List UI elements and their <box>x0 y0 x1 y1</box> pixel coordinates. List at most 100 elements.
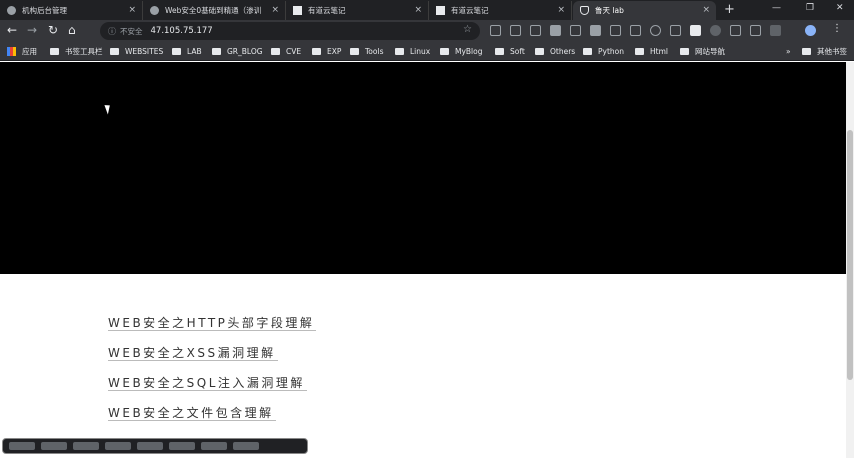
bookmark-folder[interactable]: Tools <box>350 45 383 58</box>
extension-icon[interactable] <box>750 25 761 36</box>
tab-active[interactable]: 鲁天 lab × <box>573 1 716 20</box>
folder-icon <box>635 48 644 55</box>
extension-icon[interactable] <box>510 25 521 36</box>
url-text[interactable]: 47.105.75.177 <box>151 26 213 36</box>
bookmark-label: Html <box>650 47 668 56</box>
browser-toolbar: ← → ↻ ⌂ ⓘ 不安全 47.105.75.177 ☆ ⋮ <box>0 20 854 42</box>
bookmark-label: 网站导航 <box>695 47 725 56</box>
bookmark-apps[interactable]: 应用 <box>7 45 37 58</box>
folder-icon <box>440 48 449 55</box>
maximize-button[interactable]: ❐ <box>806 3 814 13</box>
hero-banner <box>0 62 846 274</box>
extension-icon[interactable] <box>770 25 781 36</box>
extension-icon[interactable] <box>610 25 621 36</box>
info-icon[interactable]: ⓘ <box>108 26 116 37</box>
close-tab-icon[interactable]: × <box>128 5 136 15</box>
bookmark-label: EXP <box>327 47 342 56</box>
bookmark-folder[interactable]: Others <box>535 45 575 58</box>
extension-icon[interactable] <box>690 25 701 36</box>
bookmark-label: LAB <box>187 47 202 56</box>
folder-icon <box>350 48 359 55</box>
tab-title: 有道云笔记 <box>308 6 346 15</box>
close-tab-icon[interactable]: × <box>414 5 422 15</box>
extension-icon[interactable] <box>550 25 561 36</box>
taskbar-item[interactable] <box>105 442 131 450</box>
bookmark-folder[interactable]: Linux <box>395 45 430 58</box>
bookmark-folder[interactable]: Python <box>583 45 624 58</box>
bookmark-label: Others <box>550 47 576 56</box>
bookmark-folder[interactable]: Html <box>635 45 668 58</box>
more-chevron-icon: » <box>786 47 791 56</box>
taskbar-item[interactable] <box>73 442 99 450</box>
note-favicon-icon <box>436 6 445 15</box>
extension-icon[interactable] <box>490 25 501 36</box>
scrollbar-thumb[interactable] <box>847 130 853 380</box>
menu-icon[interactable]: ⋮ <box>832 23 843 34</box>
site-favicon-icon <box>7 6 16 15</box>
folder-icon <box>535 48 544 55</box>
taskbar-item[interactable] <box>137 442 163 450</box>
bookmark-folder[interactable]: LAB <box>172 45 202 58</box>
folder-icon <box>395 48 404 55</box>
home-button[interactable]: ⌂ <box>68 23 76 37</box>
apps-icon <box>7 47 16 56</box>
new-tab-button[interactable]: + <box>724 2 735 17</box>
close-window-button[interactable]: ✕ <box>836 3 844 13</box>
close-tab-icon[interactable]: × <box>702 5 710 15</box>
close-tab-icon[interactable]: × <box>271 5 279 15</box>
bookmark-label: CVE <box>286 47 302 56</box>
folder-icon <box>802 48 811 55</box>
bookmark-folder[interactable]: EXP <box>312 45 341 58</box>
taskbar-item[interactable] <box>233 442 259 450</box>
bookmark-label: GR_BLOG <box>227 47 263 56</box>
minimize-button[interactable]: — <box>772 3 781 13</box>
bookmark-folder[interactable]: 书签工具栏 <box>50 45 103 58</box>
taskbar-item[interactable] <box>201 442 227 450</box>
tab-2[interactable]: 有道云笔记 × <box>286 1 429 20</box>
extension-icon[interactable] <box>590 25 601 36</box>
folder-icon <box>495 48 504 55</box>
tab-3[interactable]: 有道云笔记 × <box>429 1 572 20</box>
reload-button[interactable]: ↻ <box>48 23 58 37</box>
taskbar-item[interactable] <box>9 442 35 450</box>
taskbar-item[interactable] <box>169 442 195 450</box>
folder-icon <box>110 48 119 55</box>
folder-icon <box>680 48 689 55</box>
bookmark-label: MyBlog <box>455 47 483 56</box>
taskbar-item[interactable] <box>41 442 67 450</box>
tab-1[interactable]: Web安全0基础到精通（渗训 × <box>143 1 286 20</box>
extension-icon[interactable] <box>730 25 741 36</box>
avatar[interactable] <box>805 25 816 36</box>
folder-icon <box>172 48 181 55</box>
bookmark-folder[interactable]: CVE <box>271 45 301 58</box>
tab-title: Web安全0基础到精通（渗训 <box>165 6 262 15</box>
bookmark-folder[interactable]: 网站导航 <box>680 45 725 58</box>
address-bar[interactable]: ⓘ 不安全 47.105.75.177 ☆ <box>100 22 480 40</box>
post-link[interactable]: WEB安全之XSS漏洞理解 <box>108 344 278 361</box>
vertical-scrollbar[interactable] <box>846 62 854 458</box>
extension-icon[interactable] <box>650 25 661 36</box>
post-link[interactable]: WEB安全之文件包含理解 <box>108 404 276 421</box>
site-favicon-icon <box>150 6 159 15</box>
bookmark-star-icon[interactable]: ☆ <box>463 24 472 35</box>
bookmark-folder[interactable]: Soft <box>495 45 525 58</box>
bookmark-label: Linux <box>410 47 431 56</box>
bookmark-folder[interactable]: GR_BLOG <box>212 45 263 58</box>
extension-icon[interactable] <box>530 25 541 36</box>
bookmark-folder[interactable]: MyBlog <box>440 45 483 58</box>
other-bookmarks[interactable]: 其他书签 <box>802 45 847 58</box>
forward-button[interactable]: → <box>27 23 37 37</box>
folder-icon <box>212 48 221 55</box>
bookmark-label: Soft <box>510 47 525 56</box>
bookmarks-more-button[interactable]: » <box>786 45 791 58</box>
post-link[interactable]: WEB安全之SQL注入漏洞理解 <box>108 374 307 391</box>
extension-icon[interactable] <box>670 25 681 36</box>
tab-0[interactable]: 机构后台管理 × <box>0 1 143 20</box>
bookmark-folder[interactable]: WEBSITES <box>110 45 163 58</box>
play-icon[interactable] <box>710 25 721 36</box>
post-link[interactable]: WEB安全之HTTP头部字段理解 <box>108 314 317 331</box>
back-button[interactable]: ← <box>7 23 17 37</box>
extension-icon[interactable] <box>630 25 641 36</box>
close-tab-icon[interactable]: × <box>557 5 565 15</box>
extension-icon[interactable] <box>570 25 581 36</box>
